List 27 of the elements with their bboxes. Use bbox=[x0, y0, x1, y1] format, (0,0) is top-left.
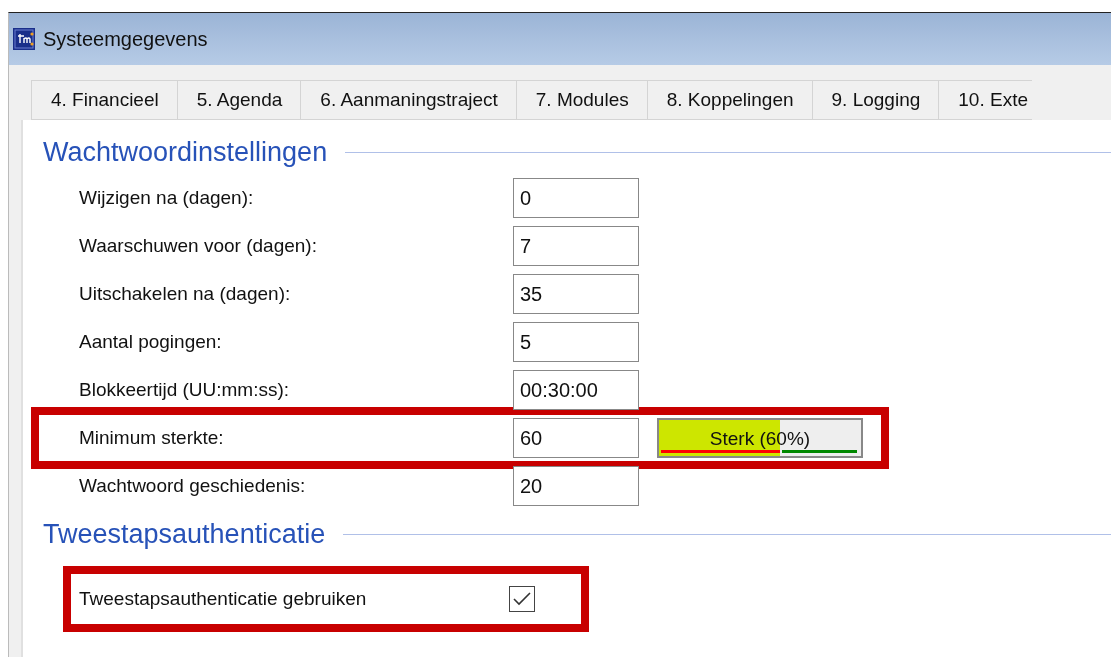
field-label: Wachtwoord geschiedenis: bbox=[79, 475, 307, 497]
input-field[interactable]: 0 bbox=[513, 178, 639, 218]
field-label: Aantal pogingen: bbox=[79, 331, 223, 353]
checkbox-label: Tweestapsauthenticatie gebruiken bbox=[79, 588, 368, 610]
input-field[interactable]: 7 bbox=[513, 226, 639, 266]
field-label: Waarschuwen voor (dagen): bbox=[79, 235, 318, 257]
input-field[interactable]: 60 bbox=[513, 418, 639, 458]
checkbox[interactable] bbox=[509, 586, 535, 612]
field-label: Minimum sterkte: bbox=[79, 427, 225, 449]
field-label: Wijzigen na (dagen): bbox=[79, 187, 255, 209]
tab[interactable]: 10. Exte bbox=[938, 80, 1032, 120]
input-field[interactable]: 5 bbox=[513, 322, 639, 362]
app-icon bbox=[13, 28, 35, 50]
field-label: Uitschakelen na (dagen): bbox=[79, 283, 292, 305]
input-field[interactable]: 00:30:00 bbox=[513, 370, 639, 410]
section-heading: Tweestapsauthenticatie bbox=[43, 518, 326, 550]
tab[interactable]: 5. Agenda bbox=[176, 80, 301, 120]
field-label: Blokkeertijd (UU:mm:ss): bbox=[79, 379, 291, 401]
tab[interactable]: 6. Aanmaningstraject bbox=[300, 80, 516, 120]
tab[interactable]: 8. Koppelingen bbox=[646, 80, 812, 120]
tab[interactable]: 4. Financieel bbox=[31, 80, 177, 120]
tab[interactable]: 9. Logging bbox=[811, 80, 939, 120]
tab[interactable]: 7. Modules bbox=[515, 80, 647, 120]
section-heading: Wachtwoordinstellingen bbox=[43, 136, 328, 168]
input-field[interactable]: 20 bbox=[513, 466, 639, 506]
input-field[interactable]: 35 bbox=[513, 274, 639, 314]
window-title: Systeemgegevens bbox=[43, 27, 208, 51]
